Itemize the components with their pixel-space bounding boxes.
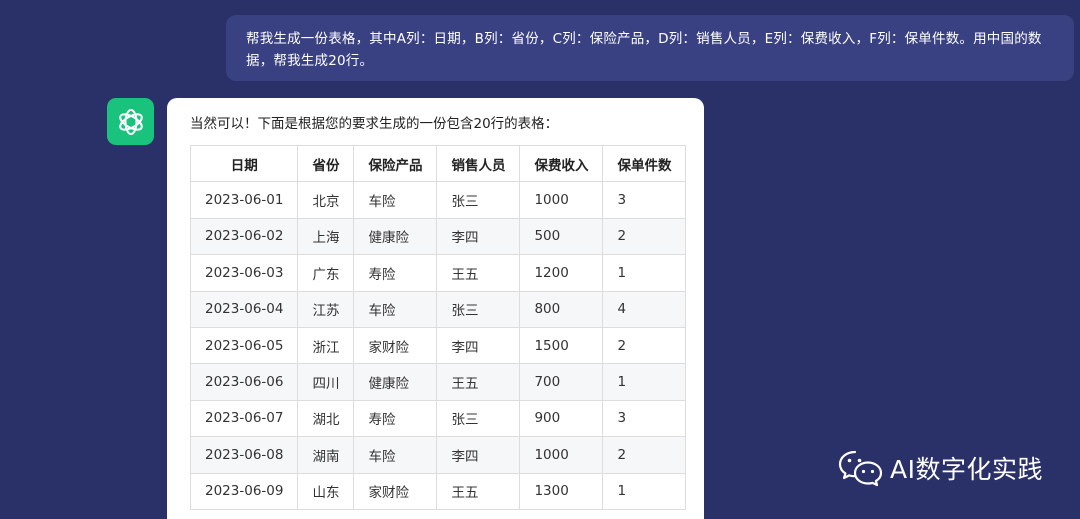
cell-date: 2023-06-04 xyxy=(189,290,299,328)
table-row: 2023-06-08 湖南 车险 李四 1000 2 xyxy=(189,436,687,474)
cell-premium-income: 500 xyxy=(519,217,604,256)
assistant-avatar xyxy=(107,98,154,145)
cell-policy-count: 2 xyxy=(602,217,687,256)
cell-premium-income: 1000 xyxy=(519,181,604,219)
cell-product: 寿险 xyxy=(353,399,438,438)
cell-province: 山东 xyxy=(297,472,355,510)
table-row: 2023-06-04 江苏 车险 张三 800 4 xyxy=(189,290,687,328)
cell-province: 四川 xyxy=(297,363,355,401)
cell-date: 2023-06-03 xyxy=(189,254,299,292)
cell-product: 健康险 xyxy=(353,217,438,256)
table-row: 2023-06-06 四川 健康险 王五 700 1 xyxy=(189,363,687,401)
cell-salesperson: 李四 xyxy=(436,436,521,474)
wechat-icon xyxy=(838,450,883,487)
user-message-text: 帮我生成一份表格，其中A列：日期，B列：省份，C列：保险产品，D列：销售人员，E… xyxy=(246,31,1042,69)
user-message-bubble: 帮我生成一份表格，其中A列：日期，B列：省份，C列：保险产品，D列：销售人员，E… xyxy=(226,15,1074,81)
cell-product: 车险 xyxy=(353,290,438,328)
cell-salesperson: 李四 xyxy=(436,326,521,365)
cell-policy-count: 1 xyxy=(602,363,687,401)
cell-product: 家财险 xyxy=(353,472,438,510)
header-province: 省份 xyxy=(297,144,355,183)
cell-date: 2023-06-06 xyxy=(189,363,299,401)
cell-salesperson: 李四 xyxy=(436,217,521,256)
cell-product: 寿险 xyxy=(353,254,438,292)
table-row: 2023-06-09 山东 家财险 王五 1300 1 xyxy=(189,472,687,510)
cell-product: 家财险 xyxy=(353,326,438,365)
cell-premium-income: 1200 xyxy=(519,254,604,292)
header-salesperson: 销售人员 xyxy=(436,144,521,183)
cell-premium-income: 1300 xyxy=(519,472,604,510)
openai-logo-icon xyxy=(118,108,143,135)
table-row: 2023-06-05 浙江 家财险 李四 1500 2 xyxy=(189,326,687,365)
cell-province: 上海 xyxy=(297,217,355,256)
cell-policy-count: 2 xyxy=(602,436,687,474)
header-product: 保险产品 xyxy=(353,144,438,183)
cell-date: 2023-06-09 xyxy=(189,472,299,510)
cell-date: 2023-06-05 xyxy=(189,326,299,365)
cell-policy-count: 4 xyxy=(602,290,687,328)
cell-date: 2023-06-02 xyxy=(189,217,299,256)
assistant-intro-text: 当然可以！下面是根据您的要求生成的一份包含20行的表格： xyxy=(190,116,559,132)
cell-salesperson: 张三 xyxy=(436,181,521,219)
cell-province: 广东 xyxy=(297,254,355,292)
cell-salesperson: 张三 xyxy=(436,399,521,438)
header-premium-income: 保费收入 xyxy=(519,144,604,183)
cell-province: 浙江 xyxy=(297,326,355,365)
cell-premium-income: 1500 xyxy=(519,326,604,365)
cell-salesperson: 张三 xyxy=(436,290,521,328)
cell-province: 湖北 xyxy=(297,399,355,438)
cell-province: 江苏 xyxy=(297,290,355,328)
cell-product: 健康险 xyxy=(353,363,438,401)
table-row: 2023-06-02 上海 健康险 李四 500 2 xyxy=(189,217,687,256)
table-row: 2023-06-07 湖北 寿险 张三 900 3 xyxy=(189,399,687,438)
header-policy-count: 保单件数 xyxy=(602,144,687,183)
cell-date: 2023-06-07 xyxy=(189,399,299,438)
cell-date: 2023-06-01 xyxy=(189,181,299,219)
cell-province: 湖南 xyxy=(297,436,355,474)
cell-premium-income: 900 xyxy=(519,399,604,438)
cell-policy-count: 2 xyxy=(602,326,687,365)
cell-premium-income: 700 xyxy=(519,363,604,401)
cell-product: 车险 xyxy=(353,181,438,219)
cell-salesperson: 王五 xyxy=(436,254,521,292)
watermark-text: AI数字化实践 xyxy=(890,455,1043,484)
header-date: 日期 xyxy=(189,144,299,183)
cell-policy-count: 3 xyxy=(602,181,687,219)
watermark: AI数字化实践 xyxy=(838,448,1043,488)
cell-policy-count: 1 xyxy=(602,472,687,510)
table-header-row: 日期 省份 保险产品 销售人员 保费收入 保单件数 xyxy=(189,144,687,183)
cell-premium-income: 800 xyxy=(519,290,604,328)
cell-salesperson: 王五 xyxy=(436,472,521,510)
chat-page: 帮我生成一份表格，其中A列：日期，B列：省份，C列：保险产品，D列：销售人员，E… xyxy=(0,0,1080,519)
cell-policy-count: 1 xyxy=(602,254,687,292)
table-row: 2023-06-03 广东 寿险 王五 1200 1 xyxy=(189,254,687,292)
cell-salesperson: 王五 xyxy=(436,363,521,401)
cell-premium-income: 1000 xyxy=(519,436,604,474)
generated-table: 日期 省份 保险产品 销售人员 保费收入 保单件数 2023-06-01 北京 … xyxy=(189,144,687,510)
cell-date: 2023-06-08 xyxy=(189,436,299,474)
assistant-reply-card: 当然可以！下面是根据您的要求生成的一份包含20行的表格： 日期 省份 保险产品 … xyxy=(167,98,704,519)
cell-product: 车险 xyxy=(353,436,438,474)
table-row: 2023-06-01 北京 车险 张三 1000 3 xyxy=(189,181,687,219)
cell-province: 北京 xyxy=(297,181,355,219)
cell-policy-count: 3 xyxy=(602,399,687,438)
